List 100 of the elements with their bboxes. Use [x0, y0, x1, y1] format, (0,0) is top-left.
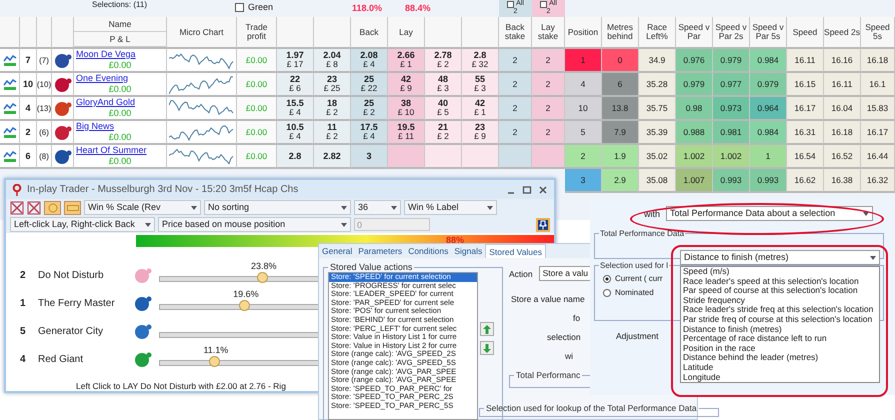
column-header[interactable]: Speed [787, 17, 824, 49]
column-header[interactable]: Speed 2s [824, 17, 861, 49]
click-mode-dropdown[interactable]: Left-click Lay, Right-click Back [10, 217, 155, 232]
chart-icon[interactable] [2, 53, 16, 67]
close-icon[interactable] [538, 184, 548, 194]
slider-thumb[interactable] [209, 356, 220, 367]
filter-checkbox[interactable] [235, 2, 244, 12]
price-cell[interactable]: 40 £ 5 [425, 97, 462, 121]
dropdown-option[interactable]: Distance to finish (metres) [681, 324, 879, 334]
tab[interactable]: General [319, 244, 356, 258]
label-dropdown[interactable]: Win % Label [404, 200, 497, 215]
move-up-button[interactable] [480, 322, 494, 336]
price-cell[interactable]: 21 £ 2 [425, 121, 462, 145]
dropdown-option[interactable]: Percentage of race distance left to run [681, 334, 879, 344]
tab[interactable]: Parameters [355, 244, 406, 258]
price-cell[interactable]: 23 £ 25 [314, 73, 351, 97]
price-cell[interactable]: 2.8 [277, 145, 314, 169]
back-stake-cell[interactable]: 2 [499, 49, 532, 73]
back-stake-cell[interactable]: 2 [499, 73, 532, 97]
price-cell[interactable] [462, 145, 499, 169]
radio-button[interactable] [603, 288, 611, 296]
cross-icon[interactable] [27, 200, 41, 214]
lay-stake-cell[interactable]: 2 [532, 121, 565, 145]
cross-icon[interactable] [10, 200, 24, 214]
source-dropdown[interactable]: Total Performance Data about a selection [666, 206, 874, 221]
price-cell[interactable]: 2.04 £ 8 [314, 49, 351, 73]
column-header[interactable]: Trade profit [237, 17, 277, 49]
price-cell[interactable]: 2.82 [314, 145, 351, 169]
price-mode-dropdown[interactable]: Price based on mouse position [158, 217, 351, 232]
runner-name-link[interactable]: Heart Of Summer [76, 146, 147, 155]
price-cell[interactable]: 22 £ 6 [277, 73, 314, 97]
price-cell[interactable]: 2.66 £ 1 [388, 49, 425, 73]
chart-icon[interactable] [2, 101, 16, 115]
column-header[interactable]: Speed v Par [676, 17, 713, 49]
move-down-button[interactable] [480, 341, 494, 355]
slider-thumb[interactable] [256, 272, 268, 283]
scale-dropdown[interactable]: Win % Scale (Rev [84, 200, 201, 215]
runner-name-link[interactable]: Moon De Vega [76, 50, 136, 59]
all-lay-checkbox[interactable] [540, 0, 548, 8]
price-cell[interactable]: 42 £ 1 [462, 97, 499, 121]
column-header[interactable]: Position [565, 17, 602, 49]
column-header[interactable]: Name [74, 17, 166, 32]
price-cell[interactable]: 11 £ 2 [314, 121, 351, 145]
dropdown-option[interactable]: Longitude [681, 372, 879, 382]
dropdown-option[interactable]: Distance behind the leader (metres) [681, 353, 879, 363]
price-cell[interactable]: 1.97 £ 17 [277, 49, 314, 73]
dropdown-option[interactable]: Position in the race [681, 344, 879, 354]
runner-name-link[interactable]: GloryAnd Gold [76, 98, 136, 107]
price-cell[interactable]: 18 £ 2 [314, 97, 351, 121]
runner-name-link[interactable]: One Evening [76, 74, 128, 83]
column-header[interactable]: Lay stake [532, 17, 565, 49]
dropdown-option[interactable]: Latitude [681, 362, 879, 373]
column-header[interactable]: Speed v Par 5s [750, 17, 787, 49]
lay-stake-cell[interactable]: 2 [532, 97, 565, 121]
price-cell[interactable]: 55 £ 3 [462, 73, 499, 97]
price-cell[interactable]: 2.8 £ 32 [462, 49, 499, 73]
column-header[interactable]: Speed v Par 2s [713, 17, 750, 49]
price-cell[interactable]: 2.08 £ 4 [351, 49, 388, 73]
price-cell[interactable]: 42 £ 9 [388, 73, 425, 97]
price-cell[interactable]: 25 £ 22 [351, 73, 388, 97]
dropdown-option[interactable]: Race leader's stride freq at this selection's location [681, 305, 879, 315]
price-cell[interactable] [425, 145, 462, 169]
sorting-dropdown[interactable]: No sorting [204, 200, 351, 215]
price-cell[interactable]: 3 [351, 145, 388, 169]
column-header[interactable]: Back stake [499, 17, 532, 49]
runner-name-link[interactable]: Big News [76, 122, 114, 131]
back-stake-cell[interactable] [499, 145, 532, 169]
tab[interactable]: Stored Values [485, 244, 546, 258]
radio-button[interactable] [603, 274, 611, 282]
lay-stake-cell[interactable]: 2 [532, 49, 565, 73]
all-back-checkbox[interactable] [507, 0, 514, 8]
price-cell[interactable]: 38 £ 10 [388, 97, 425, 121]
chart-icon[interactable] [2, 125, 16, 139]
price-cell[interactable]: 10.5 £ 4 [277, 121, 314, 145]
slider-thumb[interactable] [239, 300, 250, 311]
dropdown-option[interactable]: Stride frequency [681, 296, 879, 306]
lay-stake-cell[interactable] [532, 145, 565, 169]
dropdown-option[interactable]: Race leader's speed at this selection's location [681, 276, 879, 286]
tab[interactable]: Conditions [405, 244, 452, 258]
price-cell[interactable]: 17.5 £ 4 [351, 121, 388, 145]
column-header[interactable]: P & L [74, 32, 166, 47]
chart-icon[interactable] [2, 77, 16, 91]
price-cell[interactable]: 25 £ 2 [351, 97, 388, 121]
tab[interactable]: Signals [451, 244, 486, 258]
price-cell[interactable] [388, 145, 425, 169]
price-cell[interactable]: 23 £ 9 [462, 121, 499, 145]
back-stake-cell[interactable]: 2 [499, 121, 532, 145]
column-header[interactable]: Lay [388, 17, 425, 49]
dropdown-option[interactable]: Par stride freq of course at this selection's location [681, 314, 879, 325]
price-cell[interactable]: 48 £ 3 [425, 73, 462, 97]
column-header[interactable]: Back [351, 17, 388, 49]
lay-stake-cell[interactable]: 2 [532, 73, 565, 97]
column-header[interactable]: Speed 5s [861, 17, 895, 49]
price-cell[interactable]: 19.5 £ 11 [388, 121, 425, 145]
column-header[interactable]: Metres behind [602, 17, 639, 49]
count-dropdown[interactable]: 36 [354, 200, 401, 215]
maximize-icon[interactable] [522, 184, 532, 194]
pin-button[interactable] [536, 218, 550, 232]
dropdown-option[interactable]: Par speed of course at this selection's location [681, 286, 879, 296]
back-stake-cell[interactable]: 2 [499, 97, 532, 121]
